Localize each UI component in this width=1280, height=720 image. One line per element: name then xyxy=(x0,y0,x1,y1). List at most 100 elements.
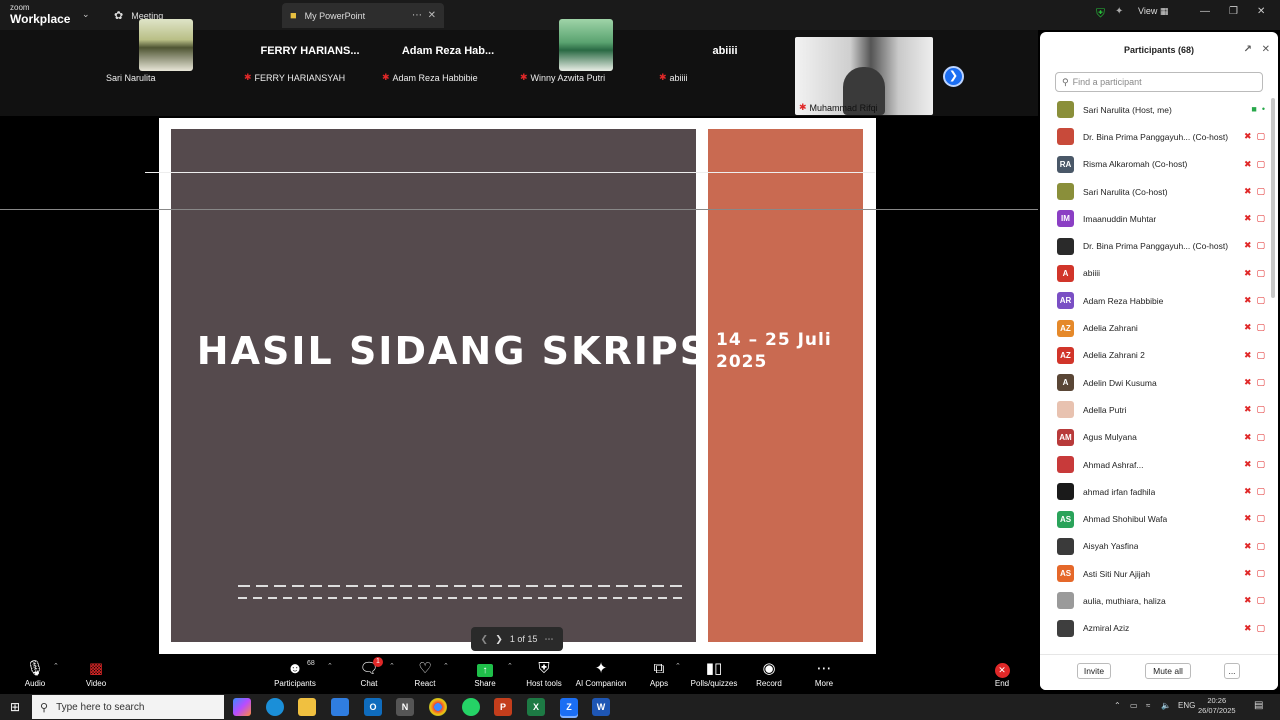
polls-button[interactable]: ▮▯ Polls/quizzes xyxy=(684,660,744,688)
participant-tile[interactable]: ✱ Winny Azwita Putri xyxy=(516,7,656,85)
notes-icon[interactable]: N xyxy=(396,698,414,716)
notification-icon[interactable]: ▤ xyxy=(1254,700,1263,711)
react-button[interactable]: ♡ React ⌃ xyxy=(395,660,455,688)
participant-row[interactable]: Ahmad Ashraf... ✖▢ xyxy=(1040,451,1272,478)
copilot-icon[interactable] xyxy=(233,698,251,716)
mute-all-button[interactable]: Mute all xyxy=(1145,663,1191,679)
participant-row[interactable]: Dr. Bina Prima Panggayuh... (Co-host) ✖▢ xyxy=(1040,123,1272,150)
word-icon[interactable]: W xyxy=(592,698,610,716)
record-button[interactable]: ◉ Record xyxy=(739,660,799,688)
participant-row[interactable]: A Adelin Dwi Kusuma ✖▢ xyxy=(1040,369,1272,396)
invite-button[interactable]: Invite xyxy=(1077,663,1111,679)
participant-tile[interactable]: FERRY HARIANS... ✱ FERRY HARIANSYAH xyxy=(240,7,380,85)
participant-row[interactable]: Azmiral Aziz ✖▢ xyxy=(1040,615,1272,642)
caret-up-icon[interactable]: ⌃ xyxy=(327,662,333,670)
previous-slide-icon[interactable]: ❮ xyxy=(481,634,489,645)
language-indicator[interactable]: ENG xyxy=(1178,701,1195,710)
speaker-muted-icon[interactable]: 🔈 xyxy=(1161,701,1171,710)
participant-row[interactable]: IM Imaanuddin Muhtar ✖▢ xyxy=(1040,205,1272,232)
excel-icon[interactable]: X xyxy=(527,698,545,716)
mic-video-status-icon[interactable]: ✖▢ xyxy=(1244,322,1270,333)
mic-video-status-icon[interactable]: ✖▢ xyxy=(1244,213,1270,224)
slide-navigation-control[interactable]: ❮ ❯ 1 of 15 ⋯ xyxy=(471,627,563,651)
sparkle-icon[interactable]: ✦ xyxy=(1115,6,1123,17)
more-button[interactable]: ⋯ More xyxy=(794,660,854,688)
more-button[interactable]: ... xyxy=(1224,663,1240,679)
mic-video-status-icon[interactable]: ✖▢ xyxy=(1244,541,1270,552)
participant-tile[interactable]: abiiii ✱ abiiii xyxy=(655,7,795,85)
minimize-icon[interactable]: — xyxy=(1200,6,1210,17)
taskbar-clock[interactable]: 20:26 26/07/2025 xyxy=(1198,696,1236,716)
view-button[interactable]: View ▦ xyxy=(1138,6,1168,17)
participant-video-tile[interactable]: ✱ Muhammad Rifqi xyxy=(795,37,933,115)
mic-video-status-icon[interactable]: ✖▢ xyxy=(1244,404,1270,415)
participant-row[interactable]: Sari Narulita (Host, me) ■• xyxy=(1040,96,1272,123)
audio-button[interactable]: 🎙 Audio ⌃ xyxy=(5,660,65,688)
mic-video-status-icon[interactable]: ✖▢ xyxy=(1244,377,1270,388)
participant-row[interactable]: AR Adam Reza Habbibie ✖▢ xyxy=(1040,287,1272,314)
next-slide-icon[interactable]: ❯ xyxy=(495,634,503,645)
chevron-down-icon[interactable]: ⌄ xyxy=(82,9,90,20)
mic-video-status-icon[interactable]: ✖▢ xyxy=(1244,131,1270,142)
windows-start-icon[interactable]: ⊞ xyxy=(10,700,20,714)
participant-row[interactable]: Sari Narulita (Co-host) ✖▢ xyxy=(1040,178,1272,205)
mic-video-status-icon[interactable]: ✖▢ xyxy=(1244,240,1270,251)
participant-tile[interactable]: Sari Narulita xyxy=(102,7,230,85)
mic-video-status-icon[interactable]: ✖▢ xyxy=(1244,486,1270,497)
mic-video-status-icon[interactable]: ✖▢ xyxy=(1244,268,1270,279)
participant-row[interactable]: RA Risma Alkaromah (Co-host) ✖▢ xyxy=(1040,151,1272,178)
taskbar-search-input[interactable]: ⚲ Type here to search xyxy=(32,695,224,719)
mic-video-status-icon[interactable]: ✖▢ xyxy=(1244,350,1270,361)
participant-row[interactable]: AS Ahmad Shohibul Wafa ✖▢ xyxy=(1040,505,1272,532)
participant-tile[interactable]: Adam Reza Hab... ✱ Adam Reza Habbibie xyxy=(378,7,518,85)
powerpoint-icon[interactable]: P xyxy=(494,698,512,716)
mic-video-status-icon[interactable]: ✖▢ xyxy=(1244,295,1270,306)
mic-video-status-icon[interactable]: ✖▢ xyxy=(1244,186,1270,197)
file-explorer-icon[interactable] xyxy=(298,698,316,716)
participant-row[interactable]: Aabiiii ✖▢ xyxy=(1040,260,1272,287)
chrome-icon[interactable] xyxy=(429,698,447,716)
apps-button[interactable]: ⧉ Apps ⌃ xyxy=(629,660,689,688)
share-button[interactable]: ↑ Share ⌃ xyxy=(455,660,515,688)
video-button[interactable]: ▩ Video xyxy=(66,660,126,688)
participant-row[interactable]: Dr. Bina Prima Panggayuh... (Co-host) ✖▢ xyxy=(1040,232,1272,259)
whatsapp-icon[interactable] xyxy=(462,698,480,716)
participant-search-input[interactable]: ⚲ Find a participant xyxy=(1055,72,1263,92)
mic-video-status-icon[interactable]: ✖▢ xyxy=(1244,432,1270,443)
close-window-icon[interactable]: ✕ xyxy=(1257,6,1265,17)
more-options-icon[interactable]: ⋯ xyxy=(544,634,553,645)
wifi-icon[interactable]: ≈ xyxy=(1146,701,1150,710)
pop-out-icon[interactable]: ↗ xyxy=(1244,32,1252,68)
participant-row[interactable]: Aisyah Yasfina ✖▢ xyxy=(1040,533,1272,560)
caret-up-icon[interactable]: ⌃ xyxy=(507,662,513,670)
mic-video-status-icon[interactable]: ■• xyxy=(1251,104,1270,114)
participant-row[interactable]: Adella Putri ✖▢ xyxy=(1040,396,1272,423)
participant-row[interactable]: AZ Adelia Zahrani ✖▢ xyxy=(1040,314,1272,341)
tray-chevron-icon[interactable]: ⌃ xyxy=(1114,701,1121,710)
close-panel-icon[interactable]: ✕ xyxy=(1262,32,1270,68)
mic-video-status-icon[interactable]: ✖▢ xyxy=(1244,568,1270,579)
zoom-icon[interactable]: Z xyxy=(560,698,578,716)
mic-video-status-icon[interactable]: ✖▢ xyxy=(1244,459,1270,470)
participant-row[interactable]: AM Agus Mulyana ✖▢ xyxy=(1040,424,1272,451)
ai-companion-button[interactable]: ✦ AI Companion xyxy=(571,660,631,688)
chat-button[interactable]: 🗨 Chat 1 ⌃ xyxy=(339,657,399,688)
caret-up-icon[interactable]: ⌃ xyxy=(443,662,449,670)
participant-row[interactable]: AZ Adelia Zahrani 2 ✖▢ xyxy=(1040,342,1272,369)
caret-up-icon[interactable]: ⌃ xyxy=(389,662,395,670)
mic-video-status-icon[interactable]: ✖▢ xyxy=(1244,159,1270,170)
outlook-icon[interactable]: O xyxy=(364,698,382,716)
edge-browser-icon[interactable] xyxy=(266,698,284,716)
mic-video-status-icon[interactable]: ✖▢ xyxy=(1244,595,1270,606)
host-tools-button[interactable]: ⛨ Host tools xyxy=(514,660,574,688)
participant-row[interactable]: aulia, muthiara, haliza ✖▢ xyxy=(1040,587,1272,614)
end-meeting-button[interactable]: ✕ End xyxy=(972,660,1032,688)
restore-icon[interactable]: ❐ xyxy=(1229,6,1238,17)
participants-button[interactable]: ☻ Participants 68 ⌃ xyxy=(265,660,333,688)
panel-scrollbar[interactable] xyxy=(1271,98,1275,298)
caret-up-icon[interactable]: ⌃ xyxy=(53,662,59,670)
participant-row[interactable]: AS Asti Siti Nur Ajijah ✖▢ xyxy=(1040,560,1272,587)
security-shield-icon[interactable]: ⛨ xyxy=(1096,6,1105,21)
caret-up-icon[interactable]: ⌃ xyxy=(675,662,681,670)
battery-icon[interactable]: ▭ xyxy=(1130,701,1138,710)
